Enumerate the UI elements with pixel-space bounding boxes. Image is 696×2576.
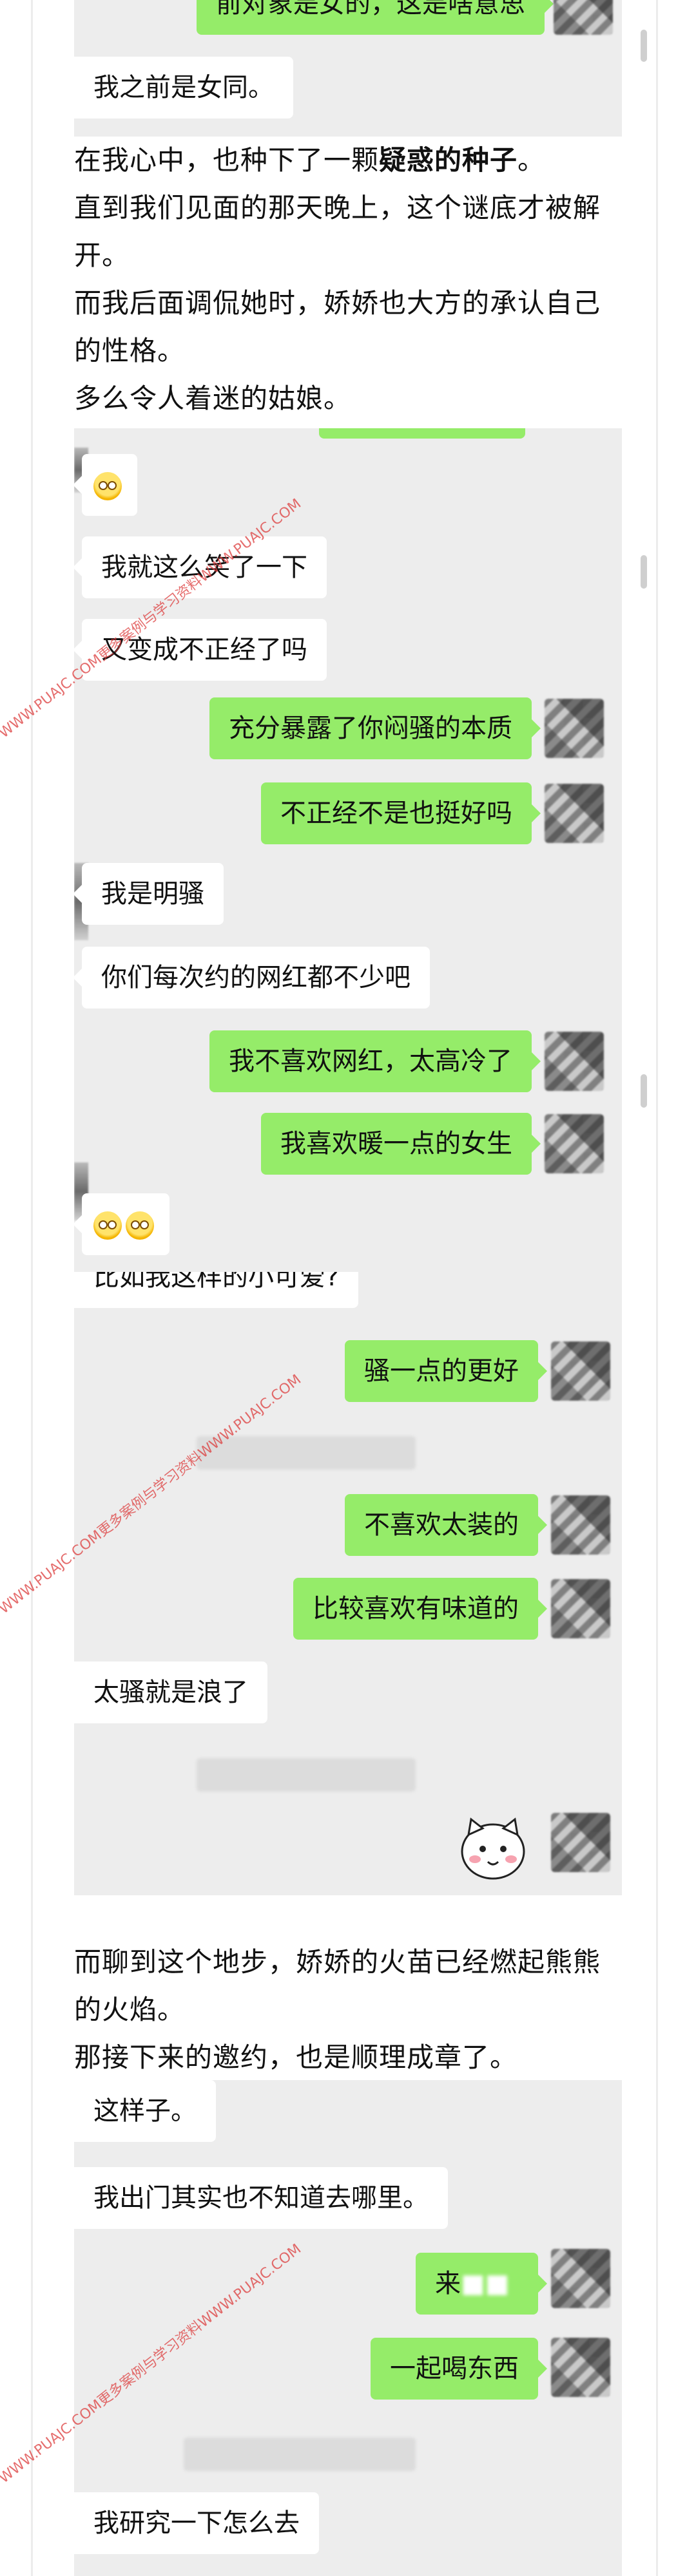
scrollbar[interactable] bbox=[641, 1074, 647, 1108]
censored-text: ■■ bbox=[461, 2269, 510, 2298]
paragraph: 多么令人着迷的姑娘。 bbox=[74, 383, 352, 414]
chat-bubble-left: 这样子。 bbox=[74, 2080, 216, 2142]
chat-bubble-right-cut bbox=[319, 428, 525, 439]
chat-bubble-right: 比较喜欢有味道的 bbox=[293, 1578, 547, 1640]
chat-bubble-right: 骚一点的更好 bbox=[345, 1340, 547, 1402]
chat-bubble-right: 我不喜欢网红，太高冷了 bbox=[209, 1030, 541, 1092]
cat-sticker-icon bbox=[461, 1817, 525, 1880]
scrollbar[interactable] bbox=[641, 555, 647, 589]
chat-bubble-left: 你们每次约的网红都不少吧 bbox=[74, 947, 430, 1009]
avatar bbox=[545, 784, 604, 843]
avatar bbox=[554, 0, 613, 35]
chat-screenshot-4: 这样子。 我出门其实也不知道去哪里。 来■■ 一起喝东西 我研究一下怎么去 bbox=[74, 2080, 622, 2576]
paragraph: 而我后面调侃她时，娇娇也大方的承认自己的性格。 bbox=[74, 287, 601, 366]
bubble-text: 我之前是女同。 bbox=[93, 73, 274, 102]
flushed-face-icon bbox=[126, 1211, 154, 1240]
article-text-2: 而聊到这个地步，娇娇的火苗已经燃起熊熊的火焰。 那接下来的邀约，也是顺理成章了。 bbox=[74, 1938, 622, 2081]
chat-bubble-left: 比如我这样的小可爱? bbox=[74, 1272, 359, 1308]
bold-phrase: 疑惑的种子 bbox=[379, 144, 518, 176]
page-left-edge bbox=[31, 0, 33, 2576]
system-message-blurred bbox=[184, 2438, 416, 2471]
chat-bubble-right: 不喜欢太装的 bbox=[345, 1494, 547, 1556]
page-right-edge bbox=[656, 0, 658, 2576]
chat-bubble-left: 我研究一下怎么去 bbox=[74, 2492, 319, 2554]
flushed-face-icon bbox=[93, 1211, 122, 1240]
paragraph: 在我心中，也种下了一颗疑惑的种子。 bbox=[74, 144, 546, 176]
paragraph: 那接下来的邀约，也是顺理成章了。 bbox=[74, 2041, 518, 2073]
chat-bubble-emoji bbox=[74, 1193, 169, 1255]
chat-bubble-right: 不正经不是也挺好吗 bbox=[261, 782, 541, 844]
chat-bubble-right: 来■■ bbox=[416, 2253, 547, 2315]
chat-bubble-right: 充分暴露了你闷骚的本质 bbox=[209, 697, 541, 759]
scrollbar[interactable] bbox=[641, 30, 647, 62]
flushed-face-icon bbox=[93, 472, 122, 500]
chat-screenshot-3: 比如我这样的小可爱? 骚一点的更好 不喜欢太装的 比较喜欢有味道的 太骚就是浪了 bbox=[74, 1272, 622, 1895]
chat-bubble-left: 我出门其实也不知道去哪里。 bbox=[74, 2167, 448, 2229]
paragraph: 直到我们见面的那天晚上，这个谜底才被解开。 bbox=[74, 192, 601, 271]
avatar bbox=[551, 1579, 610, 1638]
chat-bubble-left: 我是明骚 bbox=[74, 863, 224, 925]
bubble-text: 前对象是女的，这是啥意思 bbox=[216, 0, 525, 19]
system-message-blurred bbox=[197, 1758, 416, 1792]
chat-bubble-right: 一起喝东西 bbox=[371, 2338, 547, 2400]
avatar bbox=[551, 1813, 610, 1872]
avatar bbox=[545, 1114, 604, 1173]
avatar bbox=[551, 2338, 610, 2397]
avatar bbox=[551, 2249, 610, 2308]
avatar bbox=[545, 699, 604, 758]
chat-bubble-right: 前对象是女的，这是啥意思 bbox=[197, 0, 554, 35]
chat-bubble-right: 我喜欢暖一点的女生 bbox=[261, 1113, 541, 1175]
chat-bubble-emoji bbox=[74, 454, 137, 516]
chat-screenshot-2: 我就这么笑了一下 又变成不正经了吗 充分暴露了你闷骚的本质 不正经不是也挺好吗 … bbox=[74, 428, 622, 1272]
chat-screenshot-1: 前对象是女的，这是啥意思 我之前是女同。 bbox=[74, 0, 622, 137]
article-text-1: 在我心中，也种下了一颗疑惑的种子。 直到我们见面的那天晚上，这个谜底才被解开。 … bbox=[74, 137, 622, 422]
chat-bubble-left: 我之前是女同。 bbox=[74, 57, 293, 118]
avatar bbox=[551, 1495, 610, 1555]
paragraph: 而聊到这个地步，娇娇的火苗已经燃起熊熊的火焰。 bbox=[74, 1946, 601, 2025]
avatar bbox=[551, 1341, 610, 1401]
avatar bbox=[545, 1032, 604, 1091]
chat-bubble-left: 太骚就是浪了 bbox=[74, 1662, 267, 1723]
